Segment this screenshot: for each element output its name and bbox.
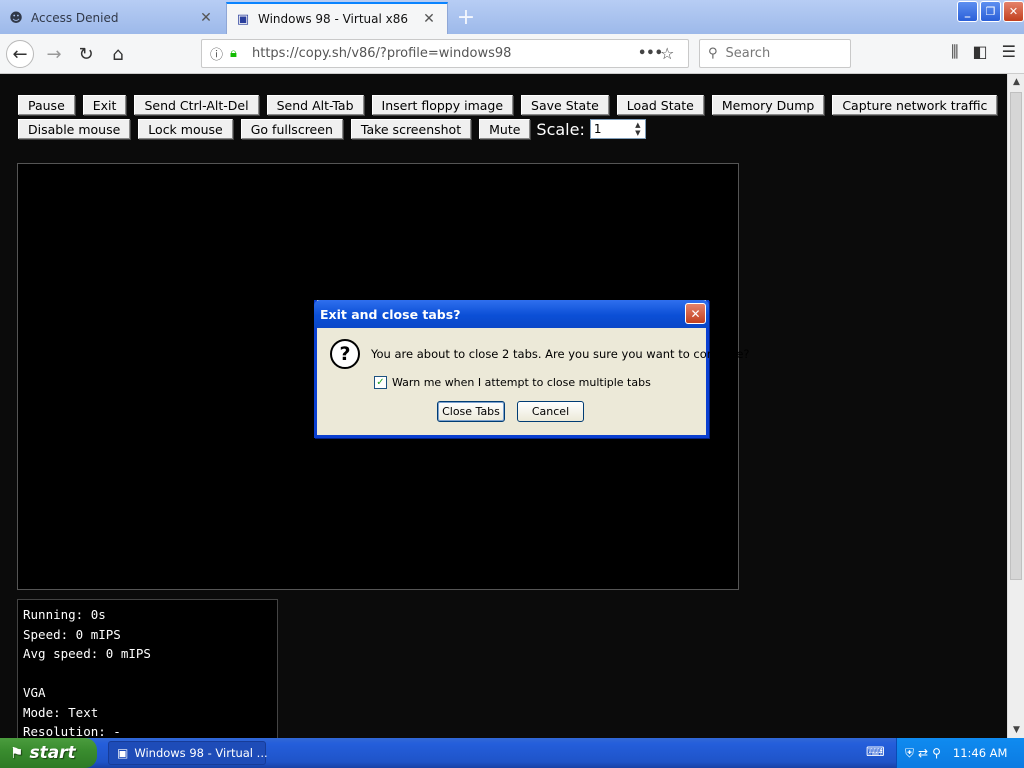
stats-panel: Running: 0s Speed: 0 mIPS Avg speed: 0 m… <box>17 599 278 739</box>
close-tab-icon[interactable]: ✕ <box>198 10 214 26</box>
minimize-button[interactable]: _ <box>957 1 978 22</box>
tab-label: Windows 98 - Virtual x86 <box>258 12 409 26</box>
search-icon: ⚲ <box>708 46 718 61</box>
nav-bar: ← → ↻ ⌂ ⓘ 🔒︎ https://copy.sh/v86/?profil… <box>0 34 1024 74</box>
load-state-button[interactable]: Load State <box>616 95 704 115</box>
warn-checkbox-label[interactable]: Warn me when I attempt to close multiple… <box>392 376 651 389</box>
tab-label: Access Denied <box>31 11 119 25</box>
home-button[interactable]: ⌂ <box>104 40 132 68</box>
app-icon: ▣ <box>117 746 129 760</box>
menu-icon[interactable]: ☰ <box>1002 42 1016 62</box>
page-actions-icon[interactable]: ••• <box>638 46 663 61</box>
warn-checkbox-row[interactable]: ✓ Warn me when I attempt to close multip… <box>374 376 651 389</box>
restore-button[interactable]: ❐ <box>980 1 1001 22</box>
save-state-button[interactable]: Save State <box>521 95 609 115</box>
cancel-button[interactable]: Cancel <box>517 401 584 422</box>
exit-button[interactable]: Exit <box>82 95 127 115</box>
stat-speed: Speed: 0 mIPS <box>23 626 121 642</box>
warn-checkbox[interactable]: ✓ <box>374 376 387 389</box>
pause-button[interactable]: Pause <box>18 95 75 115</box>
start-label: start <box>29 743 76 763</box>
sidebar-icon[interactable]: ◧ <box>973 42 988 62</box>
dialog-message: You are about to close 2 tabs. Are you s… <box>371 347 750 361</box>
scroll-down-icon[interactable]: ▼ <box>1008 722 1024 738</box>
clock[interactable]: 11:46 AM <box>953 746 1008 760</box>
lock-icon[interactable]: 🔒︎ <box>230 46 248 61</box>
tab-access-denied[interactable]: ☻ Access Denied ✕ <box>0 2 224 34</box>
shield-icon[interactable]: ⛨ <box>905 746 914 761</box>
stat-avg-speed: Avg speed: 0 mIPS <box>23 646 151 661</box>
keyboard-icon[interactable]: ⌨ <box>866 745 885 760</box>
vertical-scrollbar[interactable]: ▲ ▼ <box>1007 74 1024 738</box>
question-icon: ? <box>330 339 360 369</box>
taskbar-item-browser[interactable]: ▣ Windows 98 - Virtual ... <box>108 741 268 765</box>
scroll-thumb[interactable] <box>1010 92 1022 580</box>
tab-strip: ☻ Access Denied ✕ ▣ Windows 98 - Virtual… <box>0 0 1024 34</box>
lock-mouse-button[interactable]: Lock mouse <box>138 119 233 139</box>
memory-dump-button[interactable]: Memory Dump <box>711 95 825 115</box>
dialog-titlebar: Exit and close tabs? ✕ <box>314 300 709 328</box>
windows-flag-icon: ⚑ <box>10 744 24 762</box>
spinner-arrows-icon[interactable]: ▲ ▼ <box>632 121 644 137</box>
close-tab-icon[interactable]: ✕ <box>421 11 437 27</box>
library-icon[interactable]: ⫼ <box>951 42 958 62</box>
mask-icon: ☻ <box>9 10 23 26</box>
bookmark-star-icon[interactable]: ☆ <box>660 44 680 63</box>
system-tray: ⛨ ⇄ ⚲ 11:46 AM <box>896 738 1024 768</box>
stat-running: Running: 0s <box>23 607 106 622</box>
close-tabs-button[interactable]: Close Tabs <box>437 401 505 422</box>
scale-value: 1 <box>593 122 602 136</box>
tab-windows98[interactable]: ▣ Windows 98 - Virtual x86 ✕ <box>226 2 448 34</box>
dialog-close-button[interactable]: ✕ <box>685 303 706 324</box>
screenshot-button[interactable]: Take screenshot <box>350 119 472 139</box>
window-controls: _ ❐ ✕ <box>955 1 1024 22</box>
scale-label: Scale: <box>536 119 585 139</box>
stat-mode: Mode: Text <box>23 704 99 720</box>
scale-input[interactable]: 1 ▲ ▼ <box>589 119 646 139</box>
dialog-title: Exit and close tabs? <box>320 306 461 322</box>
v86-icon: ▣ <box>236 11 250 27</box>
fullscreen-button[interactable]: Go fullscreen <box>240 119 343 139</box>
reload-button[interactable]: ↻ <box>72 40 100 68</box>
control-row-1: Pause Exit Send Ctrl-Alt-Del Send Alt-Ta… <box>18 95 1005 115</box>
send-alt-tab-button[interactable]: Send Alt-Tab <box>266 95 364 115</box>
forward-button[interactable]: → <box>40 40 68 68</box>
mute-button[interactable]: Mute <box>479 119 531 139</box>
insert-floppy-button[interactable]: Insert floppy image <box>371 95 514 115</box>
window-close-button[interactable]: ✕ <box>1003 1 1024 22</box>
search-placeholder: Search <box>725 46 771 61</box>
stat-vga-heading: VGA <box>23 685 46 700</box>
send-ctrl-alt-del-button[interactable]: Send Ctrl-Alt-Del <box>134 95 259 115</box>
search-input[interactable]: ⚲ Search <box>699 39 851 68</box>
disable-mouse-button[interactable]: Disable mouse <box>18 119 131 139</box>
network-icon[interactable]: ⇄ <box>918 746 928 760</box>
stat-spacer <box>23 664 272 684</box>
stat-resolution: Resolution: - <box>23 724 121 739</box>
back-button[interactable]: ← <box>6 40 34 68</box>
url-text[interactable]: https://copy.sh/v86/?profile=windows98 <box>252 46 638 61</box>
info-icon[interactable]: ⓘ <box>210 44 226 63</box>
control-row-2: Disable mouse Lock mouse Go fullscreen T… <box>18 119 646 139</box>
new-tab-button[interactable]: + <box>453 5 479 30</box>
search-tray-icon[interactable]: ⚲ <box>932 746 941 760</box>
nav-right-icons: ⫼ ◧ ☰ <box>951 42 1016 62</box>
url-bar[interactable]: ⓘ 🔒︎ https://copy.sh/v86/?profile=window… <box>201 39 689 68</box>
taskbar: ⚑ start ▣ Windows 98 - Virtual ... ⌨ ⛨ ⇄… <box>0 738 1024 768</box>
close-tabs-dialog: Exit and close tabs? ✕ ? You are about t… <box>314 300 750 438</box>
taskbar-item-label: Windows 98 - Virtual ... <box>134 746 268 760</box>
capture-network-button[interactable]: Capture network traffic <box>832 95 998 115</box>
start-button[interactable]: ⚑ start <box>0 738 97 768</box>
scroll-up-icon[interactable]: ▲ <box>1008 74 1024 90</box>
